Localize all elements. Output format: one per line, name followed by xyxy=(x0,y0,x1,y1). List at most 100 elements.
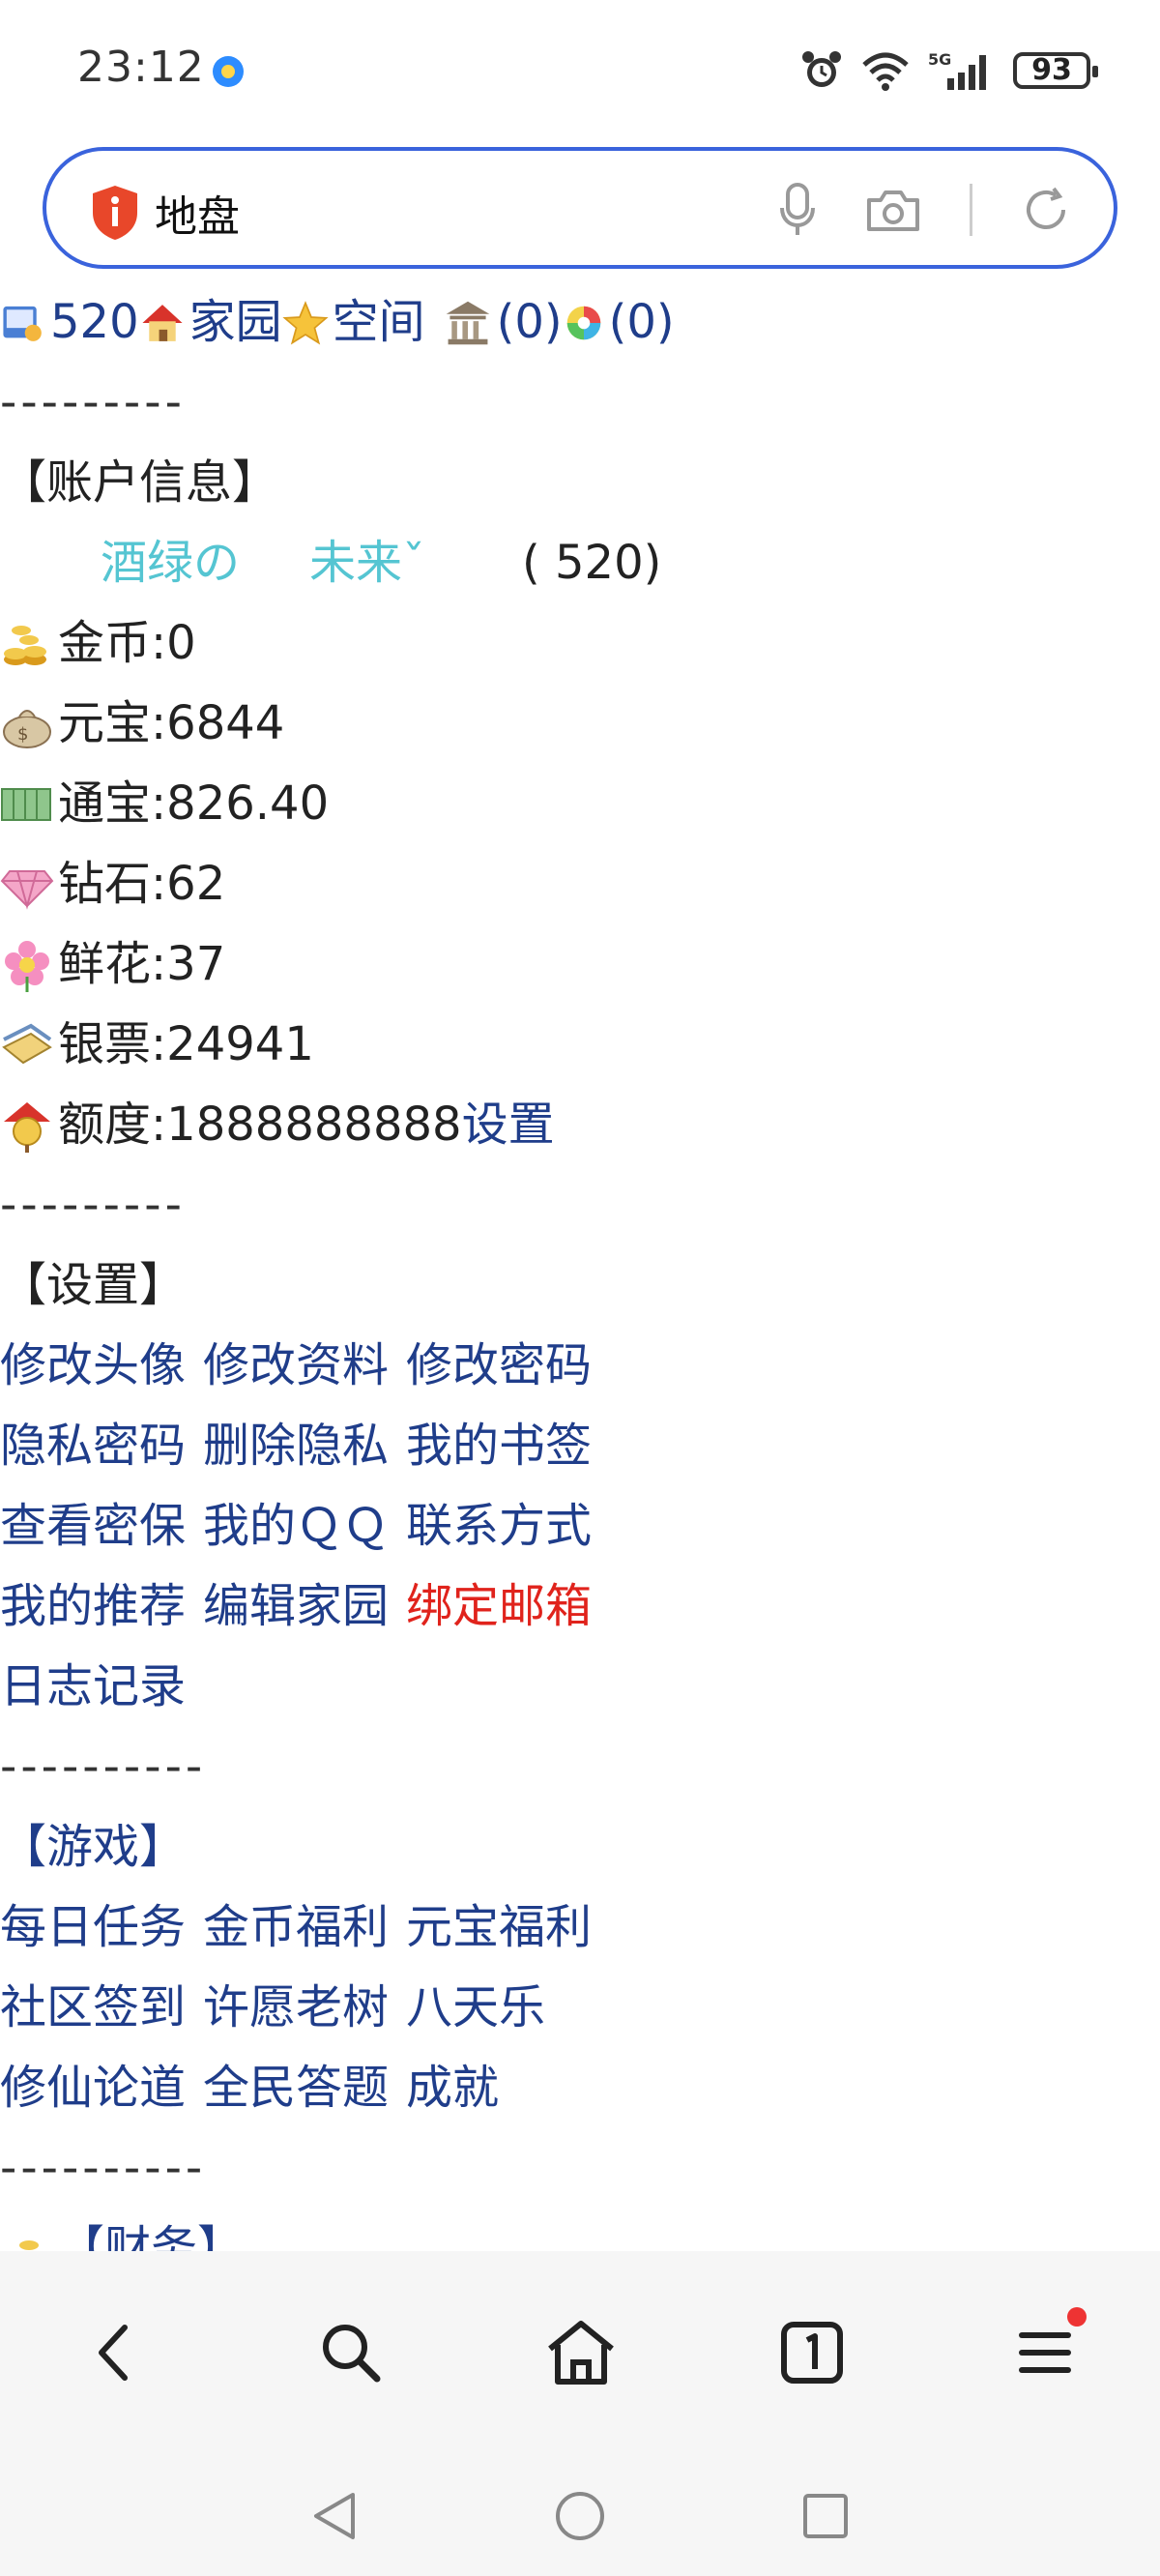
account-heading: 【账户信息】 xyxy=(0,455,279,510)
edit-avatar-link[interactable]: 修改头像 xyxy=(0,1326,186,1406)
star-icon xyxy=(282,300,329,344)
yuanbao-value: 元宝:6844 xyxy=(58,696,285,750)
separator: ---------- xyxy=(0,2141,207,2195)
tongbao-row: 通宝:826.40 xyxy=(0,764,1160,844)
games-row: 社区签到 许愿老树 八天乐 xyxy=(0,1968,1160,2048)
refresh-icon[interactable] xyxy=(1021,185,1071,235)
diamond-value: 钻石:62 xyxy=(58,857,226,911)
bank-count-link[interactable]: (0) xyxy=(497,282,563,363)
microphone-icon[interactable] xyxy=(778,181,817,239)
browser-bottom-nav xyxy=(0,2251,1160,2450)
triangle-back-icon xyxy=(314,2493,355,2539)
svg-text:$: $ xyxy=(17,724,28,745)
bind-email-link[interactable]: 绑定邮箱 xyxy=(406,1566,592,1647)
quota-row: 额度:1888888888 设置 xyxy=(0,1085,1160,1165)
gold-bonus-link[interactable]: 金币福利 xyxy=(203,1888,389,1968)
search-query[interactable]: 地盘 xyxy=(155,182,240,244)
tabs-count-icon xyxy=(781,2322,843,2384)
wifi-icon xyxy=(862,52,909,91)
quota-icon xyxy=(4,1101,50,1153)
battery-indicator: 93 xyxy=(1013,52,1098,89)
top-links-row: 520 家园 空间 (0) (0) xyxy=(0,282,1160,363)
status-icons: 5G 93 xyxy=(800,44,1098,97)
alarm-icon xyxy=(802,51,841,87)
settings-row: 修改头像 修改资料 修改密码 xyxy=(0,1326,1160,1406)
delete-privacy-link[interactable]: 删除隐私 xyxy=(203,1406,389,1486)
search-icon xyxy=(323,2325,381,2383)
contact-info-link[interactable]: 联系方式 xyxy=(406,1486,592,1566)
account-name-part2: 未来ˇ xyxy=(309,536,426,590)
banknote-row: 银票:24941 xyxy=(0,1005,1160,1085)
account-name-row: 酒绿の 未来ˇ ( 520) xyxy=(0,523,1160,603)
quota-value: 额度:1888888888 xyxy=(58,1098,462,1152)
yuanbao-bonus-link[interactable]: 元宝福利 xyxy=(406,1888,592,1968)
space-link[interactable]: 空间 xyxy=(333,282,425,363)
wishing-tree-link[interactable]: 许愿老树 xyxy=(203,1968,389,2048)
tabs-button[interactable] xyxy=(768,2309,856,2396)
color-count-link[interactable]: (0) xyxy=(609,282,675,363)
quota-setting-link[interactable]: 设置 xyxy=(462,1085,555,1165)
settings-row: 日志记录 xyxy=(0,1647,1160,1727)
notification-dot xyxy=(1067,2307,1087,2327)
eight-days-link[interactable]: 八天乐 xyxy=(406,1968,545,2048)
system-recents-button[interactable] xyxy=(795,2485,856,2547)
community-checkin-link[interactable]: 社区签到 xyxy=(0,1968,186,2048)
cellular-signal-icon: 5G xyxy=(928,50,986,90)
gold-coins-icon xyxy=(4,625,46,665)
gold-row: 金币:0 xyxy=(0,603,1160,684)
my-referrals-link[interactable]: 我的推荐 xyxy=(0,1566,186,1647)
page-content: 520 家园 空间 (0) (0) --------- 【账户信息】 酒绿の 未… xyxy=(0,282,1160,2289)
privacy-password-link[interactable]: 隐私密码 xyxy=(0,1406,186,1486)
quiz-link[interactable]: 全民答题 xyxy=(203,2048,389,2128)
user-card-icon xyxy=(3,306,42,341)
system-home-button[interactable] xyxy=(549,2485,611,2547)
banknote-icon xyxy=(2,1023,52,1064)
yuanbao-row: $ 元宝:6844 xyxy=(0,684,1160,764)
diamond-icon xyxy=(0,869,54,910)
separator: --------- xyxy=(0,1178,186,1232)
diamond-row: 钻石:62 xyxy=(0,844,1160,924)
home-icon xyxy=(548,2321,614,2385)
daily-tasks-link[interactable]: 每日任务 xyxy=(0,1888,186,1968)
back-arrow-icon xyxy=(99,2325,128,2381)
tongbao-value: 通宝:826.40 xyxy=(58,776,330,831)
money-bag-icon: $ xyxy=(3,709,51,748)
bank-building-icon xyxy=(446,301,489,344)
system-back-button[interactable] xyxy=(304,2485,365,2547)
back-button[interactable] xyxy=(70,2309,157,2396)
achievements-link[interactable]: 成就 xyxy=(406,2048,499,2128)
color-wheel-icon xyxy=(566,306,600,339)
user-id-link[interactable]: 520 xyxy=(50,282,139,363)
menu-button[interactable] xyxy=(1001,2307,1088,2396)
search-button[interactable] xyxy=(307,2309,394,2396)
address-search-bar[interactable]: 地盘 xyxy=(43,147,1117,269)
change-password-link[interactable]: 修改密码 xyxy=(406,1326,592,1406)
menu-icon xyxy=(1019,2332,1071,2373)
circle-home-icon xyxy=(556,2492,604,2540)
banknote-value: 银票:24941 xyxy=(58,1017,314,1071)
games-row: 每日任务 金币福利 元宝福利 xyxy=(0,1888,1160,1968)
system-nav-bar xyxy=(0,2450,1160,2576)
home-button[interactable] xyxy=(537,2309,624,2396)
cash-stack-icon xyxy=(1,787,51,821)
account-name-part1: 酒绿の xyxy=(101,536,241,590)
square-recents-icon xyxy=(803,2494,848,2538)
my-bookmarks-link[interactable]: 我的书签 xyxy=(406,1406,592,1486)
security-question-link[interactable]: 查看密保 xyxy=(0,1486,186,1566)
edit-home-link[interactable]: 编辑家园 xyxy=(203,1566,389,1647)
separator: --------- xyxy=(0,375,186,429)
flower-value: 鲜花:37 xyxy=(58,937,226,991)
cultivation-link[interactable]: 修仙论道 xyxy=(0,2048,186,2128)
edit-profile-link[interactable]: 修改资料 xyxy=(203,1326,389,1406)
security-shield-icon[interactable] xyxy=(89,184,141,242)
games-heading: 【游戏】 xyxy=(0,1807,1160,1888)
games-heading-text: 【游戏】 xyxy=(0,1820,187,1874)
home-link[interactable]: 家园 xyxy=(189,282,282,363)
settings-heading: 【设置】 xyxy=(0,1258,187,1312)
log-records-link[interactable]: 日志记录 xyxy=(0,1647,186,1727)
account-user-id: ( 520) xyxy=(522,536,662,590)
settings-row: 隐私密码 删除隐私 我的书签 xyxy=(0,1406,1160,1486)
camera-icon[interactable] xyxy=(865,187,921,233)
settings-row: 查看密保 我的ＱＱ 联系方式 xyxy=(0,1486,1160,1566)
my-qq-link[interactable]: 我的ＱＱ xyxy=(203,1486,389,1566)
